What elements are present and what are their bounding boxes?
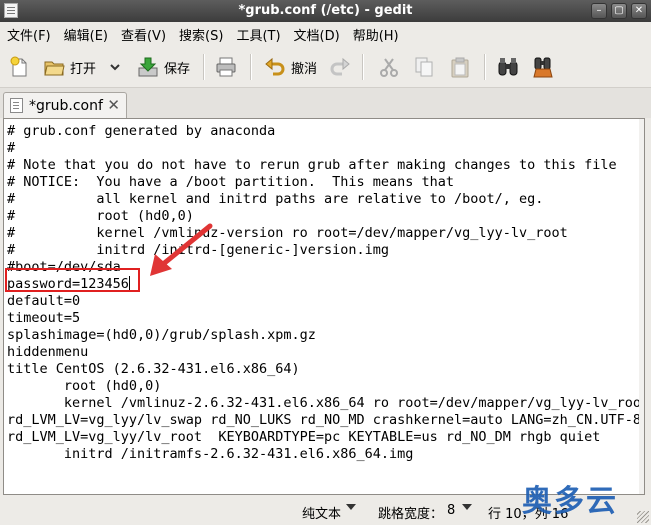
menu-search[interactable]: 搜索(S) xyxy=(172,25,229,44)
toolbar: 打开 保存 撤消 xyxy=(0,46,651,88)
tab-grub-conf[interactable]: *grub.conf ✕ xyxy=(3,92,127,118)
code-line: root (hd0,0) xyxy=(7,378,162,394)
tab-width-dropdown-icon[interactable] xyxy=(462,504,472,510)
code-line: # root (hd0,0) xyxy=(7,208,194,224)
redo-icon xyxy=(330,57,350,76)
code-line: # initrd /initrd-[generic-]version.img xyxy=(7,242,390,258)
code-line: # xyxy=(7,140,16,156)
open-label: 打开 xyxy=(70,61,97,77)
code-line: default=0 xyxy=(7,293,81,309)
menu-documents[interactable]: 文档(D) xyxy=(287,25,346,44)
code-line: # NOTICE: You have a /boot partition. Th… xyxy=(7,174,455,190)
maximize-button[interactable]: ▢ xyxy=(611,3,627,19)
code-line: # all kernel and initrd paths are relati… xyxy=(7,191,544,207)
menu-edit[interactable]: 编辑(E) xyxy=(57,25,114,44)
undo-button[interactable]: 撤消 xyxy=(264,54,317,80)
print-button[interactable] xyxy=(215,54,237,80)
menu-file[interactable]: 文件(F) xyxy=(0,25,57,44)
text-editor[interactable]: # grub.conf generated by anaconda # # Note… xyxy=(4,119,640,494)
tab-width-value[interactable]: 8 xyxy=(447,503,455,518)
find-button[interactable] xyxy=(497,54,519,80)
paste-button[interactable] xyxy=(449,54,471,80)
folder-open-icon xyxy=(44,61,65,76)
close-window-button[interactable]: ✕ xyxy=(631,3,647,19)
open-button[interactable]: 打开 xyxy=(43,54,96,80)
undo-icon xyxy=(265,57,285,76)
minimize-button[interactable]: – xyxy=(591,3,607,19)
recent-files-dropdown[interactable] xyxy=(108,54,122,80)
tab-label: *grub.conf xyxy=(29,97,103,114)
document-tab-bar: *grub.conf ✕ xyxy=(0,88,651,118)
new-document-button[interactable] xyxy=(8,54,30,80)
code-line: # kernel /vmlinuz-version ro root=/dev/m… xyxy=(7,225,568,241)
find-replace-icon xyxy=(533,57,553,78)
save-label: 保存 xyxy=(164,61,191,77)
syntax-mode-dropdown-icon[interactable] xyxy=(346,504,356,510)
menu-help[interactable]: 帮助(H) xyxy=(346,25,405,44)
code-line: timeout=5 xyxy=(7,310,81,326)
code-line: title CentOS (2.6.32-431.el6.x86_64) xyxy=(7,361,300,377)
scissors-icon xyxy=(380,58,398,77)
code-line: # grub.conf generated by anaconda xyxy=(7,123,276,139)
title-bar: *grub.conf (/etc) - gedit – ▢ ✕ xyxy=(0,0,651,22)
code-line: # Note that you do not have to rerun gru… xyxy=(7,157,617,173)
code-line: kernel /vmlinuz-2.6.32-431.el6.x86_64 ro… xyxy=(7,395,640,411)
code-line: hiddenmenu xyxy=(7,344,89,360)
paste-icon xyxy=(451,57,469,78)
watermark-logo: 奥多云 xyxy=(522,484,618,519)
menu-bar: 文件(F) 编辑(E) 查看(V) 搜索(S) 工具(T) 文档(D) 帮助(H… xyxy=(0,22,651,46)
code-line: initrd /initramfs-2.6.32-431.el6.x86_64.… xyxy=(7,446,414,462)
cut-button[interactable] xyxy=(378,54,400,80)
code-line: rd_LVM_LV=vg_lyy/lv_root KEYBOARDTYPE=pc… xyxy=(7,429,601,445)
new-document-icon xyxy=(10,56,27,77)
tab-width-label[interactable]: 跳格宽度： xyxy=(378,503,443,522)
redo-button[interactable] xyxy=(329,54,351,80)
vertical-scrollbar[interactable] xyxy=(639,119,644,494)
close-tab-icon[interactable]: ✕ xyxy=(107,96,120,114)
document-icon xyxy=(10,98,23,113)
code-line: rd_LVM_LV=vg_lyy/lv_swap rd_NO_LUKS rd_N… xyxy=(7,412,640,428)
printer-icon xyxy=(216,57,236,77)
editor-frame: # grub.conf generated by anaconda # # Note… xyxy=(3,118,645,495)
code-line: splashimage=(hd0,0)/grub/splash.xpm.gz xyxy=(7,327,316,343)
replace-button[interactable] xyxy=(532,54,554,80)
menu-tools[interactable]: 工具(T) xyxy=(229,25,286,44)
save-icon xyxy=(138,57,158,77)
copy-icon xyxy=(415,57,433,77)
binoculars-icon xyxy=(498,58,518,76)
save-button[interactable]: 保存 xyxy=(137,54,190,80)
resize-grip[interactable] xyxy=(637,511,649,523)
menu-view[interactable]: 查看(V) xyxy=(114,25,172,44)
window-title: *grub.conf (/etc) - gedit xyxy=(238,3,413,18)
chevron-down-icon xyxy=(110,64,120,71)
undo-label: 撤消 xyxy=(291,61,318,77)
highlight-box xyxy=(5,268,140,292)
syntax-mode-selector[interactable]: 纯文本 xyxy=(302,503,341,522)
copy-button[interactable] xyxy=(413,54,435,80)
